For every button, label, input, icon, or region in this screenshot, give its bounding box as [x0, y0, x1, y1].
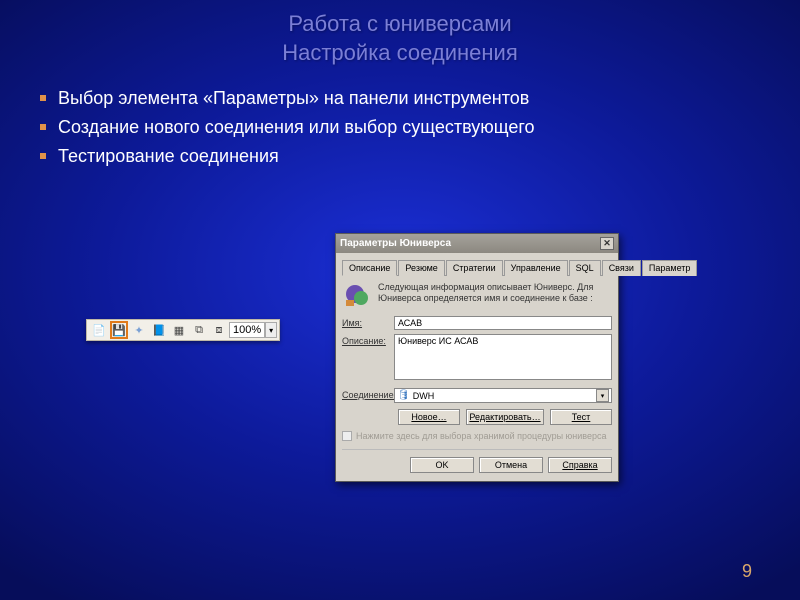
- title-line2: Настройка соединения: [0, 39, 800, 68]
- close-icon[interactable]: ✕: [600, 237, 614, 250]
- zoom-value[interactable]: 100%: [229, 322, 265, 338]
- universe-info-icon: [342, 282, 372, 308]
- bullet-item: Выбор элемента «Параметры» на панели инс…: [40, 85, 800, 112]
- help-button[interactable]: Справка: [548, 457, 612, 473]
- dialog-tabs: Описание Резюме Стратегии Управление SQL…: [342, 259, 612, 276]
- tab-links[interactable]: Связи: [602, 260, 641, 276]
- description-label: Описание:: [342, 334, 394, 346]
- wand-icon[interactable]: ✦: [130, 321, 148, 339]
- tables-icon[interactable]: ▦: [170, 321, 188, 339]
- bullet-item: Создание нового соединения или выбор сущ…: [40, 114, 800, 141]
- universe-toolbar: 📄 💾 ✦ 📘 ▦ ⧉ ⧈ 100% ▾: [86, 319, 280, 341]
- ok-button[interactable]: OK: [410, 457, 474, 473]
- tab-description[interactable]: Описание: [342, 260, 397, 276]
- test-connection-button[interactable]: Тест: [550, 409, 612, 425]
- dialog-footer-buttons: OK Отмена Справка: [342, 449, 612, 473]
- connection-buttons: Новое… Редактировать… Тест: [394, 409, 612, 425]
- tab-parameter[interactable]: Параметр: [642, 260, 698, 276]
- dialog-body: Описание Резюме Стратегии Управление SQL…: [336, 253, 618, 481]
- database-icon: 🛢: [397, 390, 410, 401]
- new-doc-icon[interactable]: 📄: [90, 321, 108, 339]
- edit-connection-button[interactable]: Редактировать…: [466, 409, 544, 425]
- stored-proc-checkbox: [342, 431, 352, 441]
- cancel-button[interactable]: Отмена: [479, 457, 543, 473]
- name-row: Имя: АСАВ: [342, 316, 612, 330]
- description-input[interactable]: Юниверс ИС АСАВ: [394, 334, 612, 380]
- parameters-icon[interactable]: 💾: [110, 321, 128, 339]
- chevron-down-icon[interactable]: ▾: [596, 389, 609, 402]
- tab-management[interactable]: Управление: [504, 260, 568, 276]
- connection-label: Соединение:: [342, 388, 394, 400]
- dialog-title: Параметры Юниверса: [340, 238, 451, 249]
- print-icon[interactable]: 📘: [150, 321, 168, 339]
- name-input[interactable]: АСАВ: [394, 316, 612, 330]
- connection-row: Соединение: 🛢 DWH ▾: [342, 388, 612, 403]
- tab-summary[interactable]: Резюме: [398, 260, 444, 276]
- slide-title: Работа с юниверсами Настройка соединения: [0, 0, 800, 67]
- info-text: Следующая информация описывает Юниверс. …: [378, 282, 612, 308]
- bullet-list: Выбор элемента «Параметры» на панели инс…: [40, 85, 800, 170]
- connection-value: DWH: [413, 391, 593, 401]
- list-icon[interactable]: ⧈: [210, 321, 228, 339]
- connection-select[interactable]: 🛢 DWH ▾: [394, 388, 612, 403]
- description-row: Описание: Юниверс ИС АСАВ: [342, 334, 612, 380]
- bullet-item: Тестирование соединения: [40, 143, 800, 170]
- zoom-dropdown-icon[interactable]: ▾: [265, 322, 277, 338]
- new-connection-button[interactable]: Новое…: [398, 409, 460, 425]
- dialog-titlebar: Параметры Юниверса ✕: [336, 234, 618, 253]
- universe-parameters-dialog: Параметры Юниверса ✕ Описание Резюме Стр…: [335, 233, 619, 482]
- page-number: 9: [742, 561, 752, 582]
- title-line1: Работа с юниверсами: [0, 10, 800, 39]
- tab-strategies[interactable]: Стратегии: [446, 260, 503, 276]
- stored-proc-row: Нажмите здесь для выбора хранимой процед…: [342, 431, 612, 441]
- joins-icon[interactable]: ⧉: [190, 321, 208, 339]
- tab-sql[interactable]: SQL: [569, 260, 601, 276]
- name-label: Имя:: [342, 316, 394, 328]
- stored-proc-label: Нажмите здесь для выбора хранимой процед…: [356, 431, 606, 441]
- info-row: Следующая информация описывает Юниверс. …: [342, 282, 612, 308]
